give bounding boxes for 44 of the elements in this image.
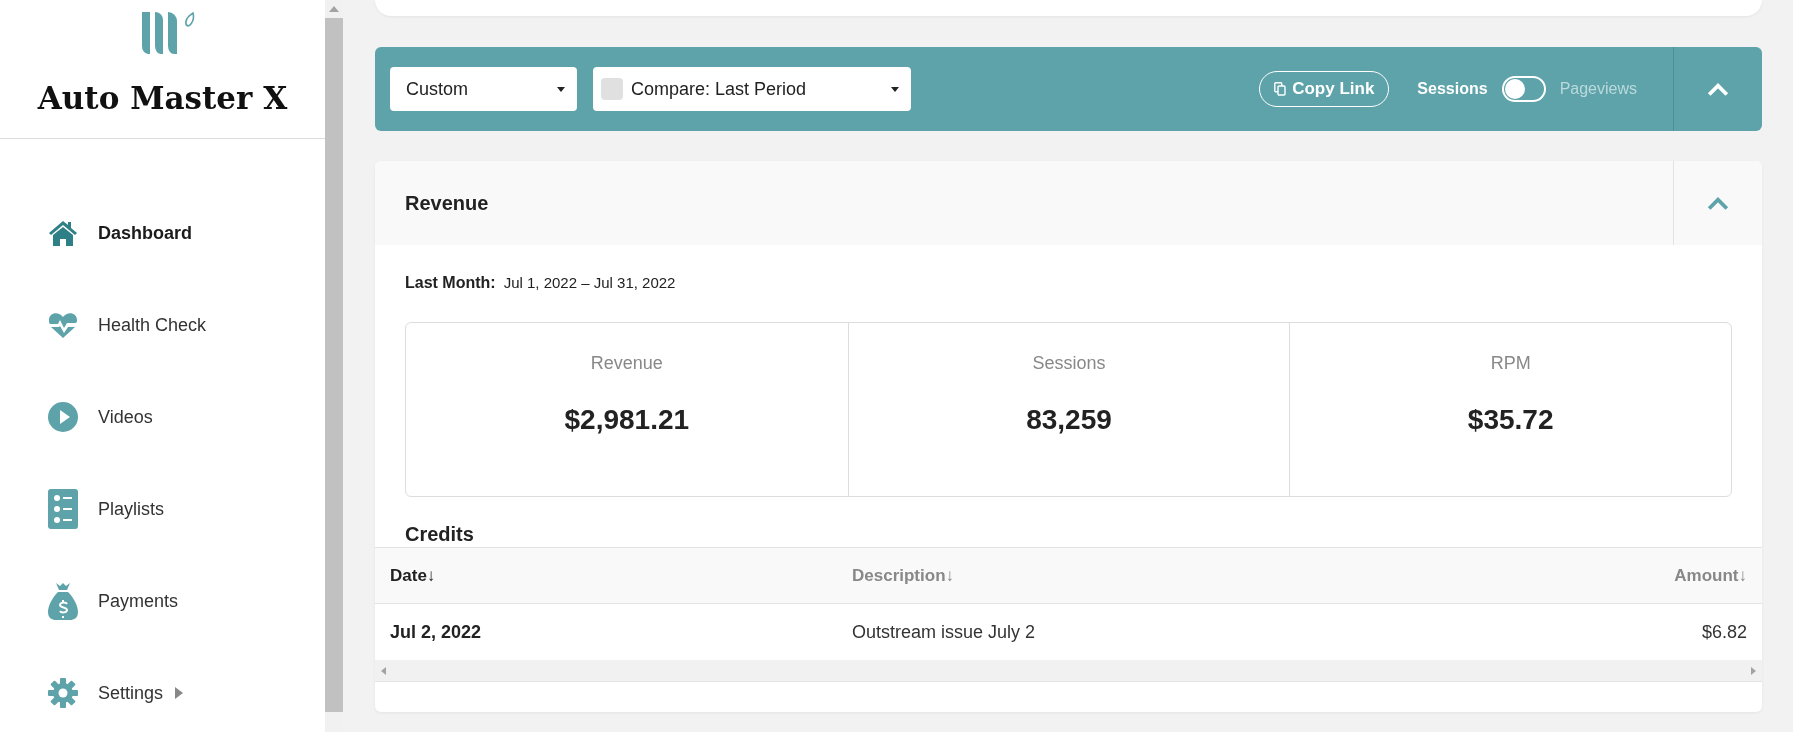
metric-label: RPM (1490, 353, 1531, 374)
period-label: Last Month: (405, 274, 496, 292)
period-range: Jul 1, 2022 – Jul 31, 2022 (503, 274, 676, 291)
toggle-label: Pageviews (1559, 80, 1637, 98)
horizontal-scrollbar[interactable] (375, 660, 1762, 682)
home-icon (48, 218, 78, 248)
chevron-icon (1707, 196, 1729, 210)
compare-dropdown[interactable]: Compare: Last Period (593, 67, 911, 111)
nav-item[interactable]: Videos (0, 397, 325, 437)
scroll-right-icon[interactable] (1751, 666, 1756, 675)
checkbox[interactable] (601, 78, 623, 100)
toggle-knob[interactable] (1504, 79, 1525, 99)
nav-item[interactable]: Settings (0, 673, 325, 713)
metric-value: $35.72 (1467, 404, 1554, 436)
nav-item[interactable]: Health Check (0, 305, 325, 345)
copy-icon (1274, 82, 1287, 96)
list-icon (48, 489, 78, 529)
metric-label: Revenue (590, 353, 663, 374)
table-cell-text: Outstream issue July 2 (852, 621, 1037, 643)
nav-item[interactable]: Playlists (0, 489, 325, 529)
heartbeat-icon (48, 310, 78, 340)
table-cell-text: $6.82 (1700, 621, 1747, 643)
metric-label: Sessions (1032, 353, 1106, 374)
section-title: Credits (405, 522, 475, 547)
table-cell-text: Jul 2, 2022 (390, 621, 483, 643)
toggle-label: Sessions (1417, 80, 1488, 98)
play-icon (48, 402, 78, 432)
brand-name: Auto Master X (37, 80, 288, 116)
settings-icon (48, 678, 78, 708)
caret-icon (557, 86, 565, 92)
nav-item[interactable]: Payments (0, 581, 325, 621)
metric-value: $2,981.21 (564, 404, 690, 436)
metric-value: 83,259 (1026, 404, 1112, 436)
toggle-switch[interactable] (1501, 76, 1546, 102)
scroll-left-icon[interactable] (381, 666, 386, 675)
column-header[interactable]: Date↓ (390, 565, 852, 586)
money-bag-icon (48, 581, 78, 621)
chevron-icon (1707, 82, 1729, 96)
caret-icon (175, 687, 184, 699)
card-title: Revenue (405, 191, 490, 215)
period-dropdown[interactable]: Custom (390, 67, 577, 111)
caret-icon (891, 86, 899, 92)
scroll-up-icon[interactable] (329, 6, 339, 12)
nav-item[interactable]: Dashboard (0, 213, 325, 253)
